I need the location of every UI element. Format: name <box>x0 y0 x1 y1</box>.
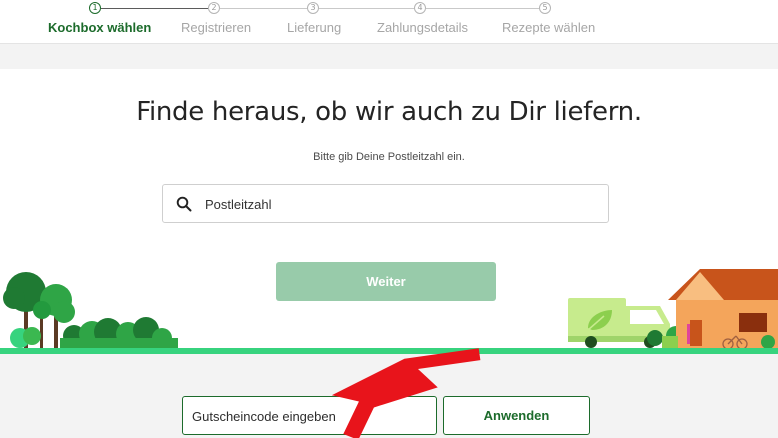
step-2-label: Registrieren <box>181 20 252 35</box>
house-illustration <box>662 269 778 350</box>
step-connector <box>426 8 539 9</box>
step-1-number: 1 <box>89 2 101 14</box>
trees-illustration <box>3 272 178 350</box>
annotation-arrow-icon <box>332 348 481 438</box>
page-title: Finde heraus, ob wir auch zu Dir liefern… <box>136 97 642 127</box>
step-4-label: Zahlungsdetails <box>377 20 469 35</box>
search-icon <box>176 196 192 212</box>
postcode-input[interactable] <box>205 194 585 214</box>
step-5-number: 5 <box>539 2 551 14</box>
step-1-label: Kochbox wählen <box>48 20 152 35</box>
step-4-number: 4 <box>414 2 426 14</box>
step-2-number: 2 <box>208 2 220 14</box>
postcode-field[interactable] <box>162 184 609 223</box>
step-3-label: Lieferung <box>287 20 342 35</box>
step-connector <box>220 8 307 9</box>
step-3-number: 3 <box>307 2 319 14</box>
delivery-illustration <box>3 269 778 350</box>
step-connector <box>319 8 414 9</box>
step-connector <box>101 8 208 9</box>
progress-stepper: 1 2 3 4 5 Kochbox wählen Registrieren Li… <box>0 0 778 44</box>
postcode-instruction: Bitte gib Deine Postleitzahl ein. <box>313 151 465 163</box>
step-5-label: Rezepte wählen <box>502 20 596 35</box>
